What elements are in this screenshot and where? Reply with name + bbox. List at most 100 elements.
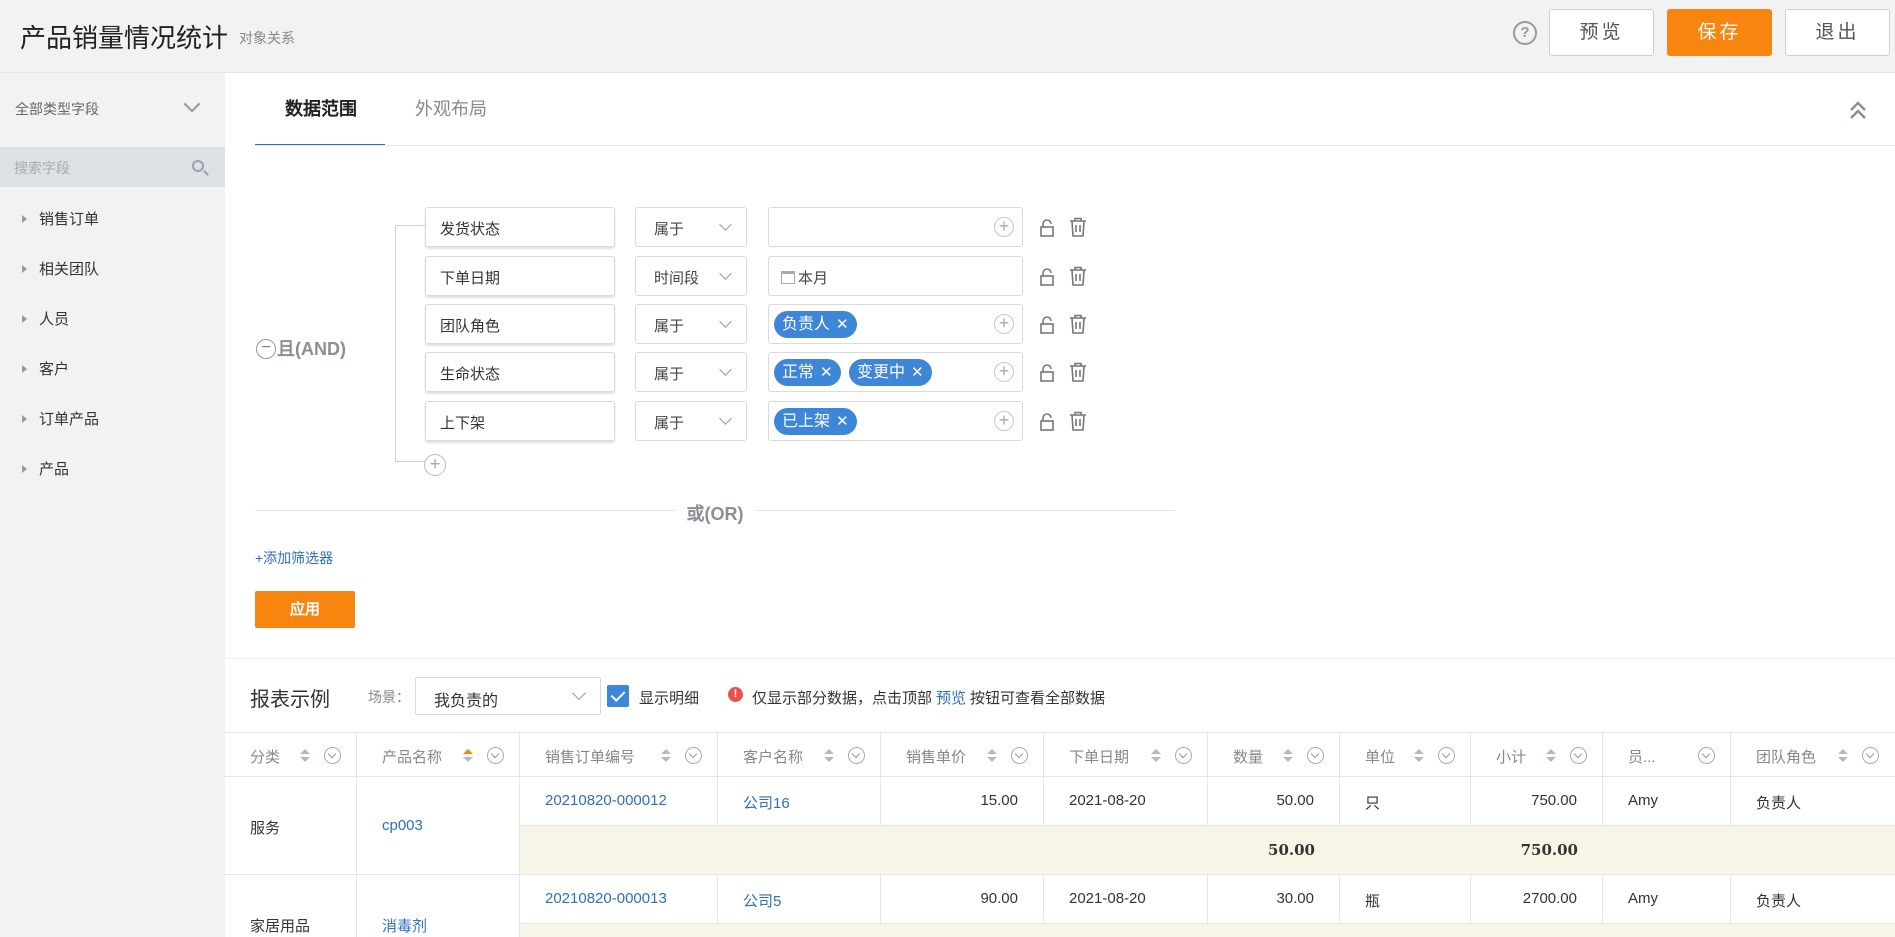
column-menu-icon[interactable] xyxy=(1698,747,1715,764)
condition-operator-select[interactable]: 时间段 xyxy=(635,256,747,296)
add-value-icon[interactable]: + xyxy=(994,314,1014,334)
column-menu-icon[interactable] xyxy=(1570,747,1587,764)
column-header[interactable]: 数量 xyxy=(1208,732,1340,777)
column-menu-icon[interactable] xyxy=(1862,747,1879,764)
condition-value-input[interactable]: + xyxy=(768,207,1023,247)
close-icon[interactable]: ✕ xyxy=(820,364,833,381)
show-detail-checkbox[interactable] xyxy=(607,685,629,707)
sort-icon[interactable] xyxy=(1838,749,1848,763)
search-input[interactable]: 搜索字段 xyxy=(14,158,70,178)
date-value: 本月 xyxy=(781,267,828,288)
sort-icon[interactable] xyxy=(300,749,310,763)
condition-operator-select[interactable]: 属于 xyxy=(635,207,747,247)
sort-icon[interactable] xyxy=(1546,749,1556,763)
add-value-icon[interactable]: + xyxy=(994,411,1014,431)
close-icon[interactable]: ✕ xyxy=(836,316,849,333)
column-menu-icon[interactable] xyxy=(1438,747,1455,764)
add-value-icon[interactable]: + xyxy=(994,217,1014,237)
show-detail-label[interactable]: 显示明细 xyxy=(639,687,699,708)
column-menu-icon[interactable] xyxy=(1011,747,1028,764)
add-filter-link[interactable]: +添加筛选器 xyxy=(255,548,333,568)
subtotal-spacer xyxy=(1340,826,1471,875)
condition-operator-select[interactable]: 属于 xyxy=(635,401,747,441)
column-header[interactable]: 客户名称 xyxy=(718,732,881,777)
column-header[interactable]: 小计 xyxy=(1471,732,1603,777)
sidebar-item-personnel[interactable]: 人员 xyxy=(22,308,69,329)
column-header[interactable]: 员... xyxy=(1603,732,1731,777)
category-cell: 家居用品 xyxy=(225,875,357,937)
close-icon[interactable]: ✕ xyxy=(836,413,849,430)
condition-field[interactable]: 团队角色 xyxy=(425,304,615,344)
column-menu-icon[interactable] xyxy=(324,747,341,764)
collapse-up-icon[interactable] xyxy=(1848,99,1868,121)
search-icon[interactable] xyxy=(192,160,204,172)
scene-select[interactable]: 我负责的 xyxy=(415,677,601,715)
order-number-link[interactable]: 20210820-000013 xyxy=(520,875,718,924)
sidebar-item-product[interactable]: 产品 xyxy=(22,458,69,479)
column-header[interactable]: 销售单价 xyxy=(881,732,1044,777)
sort-icon[interactable] xyxy=(1283,749,1293,763)
column-menu-icon[interactable] xyxy=(1175,747,1192,764)
unit-price-cell: 90.00 xyxy=(881,875,1044,924)
column-header[interactable]: 分类 xyxy=(225,732,357,777)
condition-date-input[interactable]: 本月 xyxy=(768,256,1023,296)
product-link[interactable]: 消毒剂 xyxy=(357,875,520,937)
condition-value-input[interactable]: 负责人 ✕ + xyxy=(768,304,1023,344)
unlock-icon[interactable] xyxy=(1039,219,1055,237)
customer-link[interactable]: 公司16 xyxy=(718,777,881,826)
sort-icon[interactable] xyxy=(661,749,671,763)
preview-link[interactable]: 预览 xyxy=(936,690,966,707)
column-menu-icon[interactable] xyxy=(848,747,865,764)
save-button[interactable]: 保存 xyxy=(1667,9,1772,56)
trash-icon[interactable] xyxy=(1069,217,1087,237)
tab-data-range[interactable]: 数据范围 xyxy=(285,95,357,121)
sort-icon[interactable] xyxy=(1151,749,1161,763)
unlock-icon[interactable] xyxy=(1039,268,1055,286)
add-value-icon[interactable]: + xyxy=(994,362,1014,382)
unlock-icon[interactable] xyxy=(1039,316,1055,334)
sidebar-item-sales-order[interactable]: 销售订单 xyxy=(22,208,99,229)
condition-operator-select[interactable]: 属于 xyxy=(635,352,747,392)
tab-appearance-layout[interactable]: 外观布局 xyxy=(415,95,487,121)
trash-icon[interactable] xyxy=(1069,266,1087,286)
column-header[interactable]: 产品名称 xyxy=(357,732,520,777)
sort-icon[interactable] xyxy=(1414,749,1424,763)
condition-field[interactable]: 下单日期 xyxy=(425,256,615,296)
trash-icon[interactable] xyxy=(1069,411,1087,431)
column-menu-icon[interactable] xyxy=(1307,747,1324,764)
sidebar-item-order-product[interactable]: 订单产品 xyxy=(22,408,99,429)
condition-operator-select[interactable]: 属于 xyxy=(635,304,747,344)
column-menu-icon[interactable] xyxy=(487,747,504,764)
add-condition-button[interactable]: + xyxy=(424,454,446,476)
column-header[interactable]: 下单日期 xyxy=(1044,732,1208,777)
trash-icon[interactable] xyxy=(1069,362,1087,382)
sort-icon[interactable] xyxy=(463,749,473,763)
exit-button[interactable]: 退出 xyxy=(1785,9,1890,56)
sort-icon[interactable] xyxy=(987,749,997,763)
help-icon[interactable]: ? xyxy=(1513,21,1537,45)
column-header[interactable]: 团队角色 xyxy=(1731,732,1895,777)
field-search[interactable]: 搜索字段 xyxy=(0,147,225,187)
column-header[interactable]: 单位 xyxy=(1340,732,1471,777)
condition-value-input[interactable]: 已上架 ✕ + xyxy=(768,401,1023,441)
sort-icon[interactable] xyxy=(824,749,834,763)
column-menu-icon[interactable] xyxy=(685,747,702,764)
sidebar-item-related-team[interactable]: 相关团队 xyxy=(22,258,99,279)
condition-field[interactable]: 发货状态 xyxy=(425,207,615,247)
condition-field[interactable]: 上下架 xyxy=(425,401,615,441)
condition-value-input[interactable]: 正常 ✕ 变更中 ✕ + xyxy=(768,352,1023,392)
unlock-icon[interactable] xyxy=(1039,413,1055,431)
preview-button[interactable]: 预览 xyxy=(1549,9,1654,56)
condition-field[interactable]: 生命状态 xyxy=(425,352,615,392)
unlock-icon[interactable] xyxy=(1039,364,1055,382)
sidebar-item-customer[interactable]: 客户 xyxy=(22,358,69,379)
trash-icon[interactable] xyxy=(1069,314,1087,334)
apply-button[interactable]: 应用 xyxy=(255,591,355,628)
order-number-link[interactable]: 20210820-000012 xyxy=(520,777,718,826)
close-icon[interactable]: ✕ xyxy=(911,364,924,381)
customer-link[interactable]: 公司5 xyxy=(718,875,881,924)
column-header[interactable]: 销售订单编号 xyxy=(520,732,718,777)
collapse-group-icon[interactable]: − xyxy=(256,339,276,359)
sidebar-item-label: 销售订单 xyxy=(39,211,100,228)
product-link[interactable]: cp003 xyxy=(357,777,520,875)
